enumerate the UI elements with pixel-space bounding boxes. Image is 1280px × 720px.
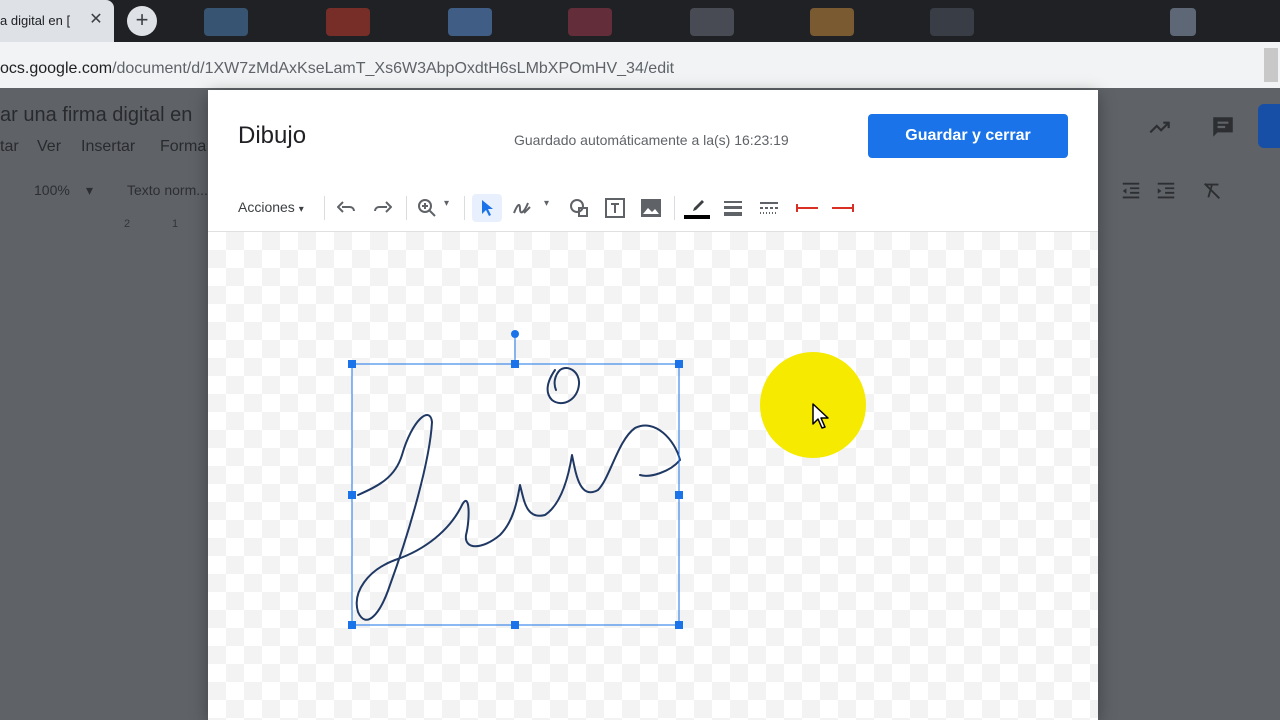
taskbar-app-icon[interactable] bbox=[204, 8, 248, 36]
url-field[interactable]: ocs.google.com/document/d/1XW7zMdAxKseLa… bbox=[0, 47, 1262, 83]
taskbar-app-icon[interactable] bbox=[568, 8, 612, 36]
toolbar-divider bbox=[464, 196, 465, 220]
ruler-number: 1 bbox=[172, 218, 179, 230]
undo-icon[interactable] bbox=[332, 194, 362, 222]
line-start-icon[interactable] bbox=[792, 194, 822, 222]
drawing-dialog: Dibujo Guardado automáticamente a la(s) … bbox=[208, 90, 1098, 720]
image-icon[interactable] bbox=[636, 194, 666, 222]
indent-decrease-icon[interactable] bbox=[1120, 180, 1146, 206]
zoom-dropdown-arrow[interactable]: ▾ bbox=[444, 198, 449, 209]
drawing-toolbar: Acciones ▾ ▾ ▾ bbox=[208, 190, 1098, 226]
ruler-number: 2 bbox=[124, 218, 131, 230]
zoom-icon[interactable] bbox=[412, 194, 442, 222]
save-and-close-button[interactable]: Guardar y cerrar bbox=[868, 114, 1068, 158]
line-weight-icon[interactable] bbox=[718, 194, 748, 222]
menu-edit[interactable]: tar bbox=[0, 138, 19, 156]
comment-icon[interactable] bbox=[1210, 114, 1236, 140]
browser-tab[interactable]: a digital en [ ✕ bbox=[0, 0, 114, 42]
menu-format[interactable]: Forma bbox=[160, 138, 206, 156]
select-icon[interactable] bbox=[472, 194, 502, 222]
trending-icon[interactable] bbox=[1147, 114, 1173, 140]
chevron-down-icon: ▾ bbox=[298, 204, 304, 215]
zoom-dropdown-arrow[interactable]: ▾ bbox=[86, 182, 93, 199]
line-tool-icon[interactable] bbox=[508, 194, 538, 222]
toolbar-divider bbox=[324, 196, 325, 220]
toolbar-divider bbox=[674, 196, 675, 220]
share-button[interactable] bbox=[1258, 104, 1280, 148]
indent-increase-icon[interactable] bbox=[1155, 180, 1181, 206]
close-icon[interactable]: ✕ bbox=[86, 9, 106, 31]
style-select[interactable]: Texto norm... bbox=[127, 182, 208, 198]
line-end-icon[interactable] bbox=[828, 194, 858, 222]
url-path: /document/d/1XW7zMdAxKseLamT_Xs6W3AbpOxd… bbox=[112, 60, 675, 77]
taskbar-app-icon[interactable] bbox=[1170, 8, 1196, 36]
redo-icon[interactable] bbox=[367, 194, 397, 222]
browser-tab-strip: a digital en [ ✕ + bbox=[0, 0, 1280, 42]
address-bar: ocs.google.com/document/d/1XW7zMdAxKseLa… bbox=[0, 42, 1280, 88]
line-color-icon[interactable] bbox=[682, 194, 712, 222]
menu-insert[interactable]: Insertar bbox=[81, 138, 135, 156]
dialog-title: Dibujo bbox=[238, 122, 307, 149]
url-host: ocs.google.com bbox=[0, 60, 113, 77]
taskbar-app-icon[interactable] bbox=[690, 8, 734, 36]
taskbar-app-icon[interactable] bbox=[448, 8, 492, 36]
clear-format-icon[interactable] bbox=[1201, 180, 1227, 206]
line-tool-dropdown-arrow[interactable]: ▾ bbox=[544, 198, 549, 209]
actions-menu[interactable]: Acciones ▾ bbox=[238, 199, 304, 215]
taskbar-app-icon[interactable] bbox=[810, 8, 854, 36]
url-text: ocs.google.com/document/d/1XW7zMdAxKseLa… bbox=[0, 60, 674, 78]
shape-icon[interactable] bbox=[564, 194, 594, 222]
drawing-canvas[interactable] bbox=[208, 232, 1098, 720]
new-tab-button[interactable]: + bbox=[127, 6, 157, 36]
line-dash-icon[interactable] bbox=[754, 194, 784, 222]
zoom-select[interactable]: 100% bbox=[34, 182, 70, 198]
autosave-status: Guardado automáticamente a la(s) 16:23:1… bbox=[514, 132, 789, 148]
scrollbar[interactable] bbox=[1264, 48, 1278, 82]
taskbar-app-icon[interactable] bbox=[326, 8, 370, 36]
document-title[interactable]: ar una firma digital en bbox=[0, 104, 192, 127]
actions-menu-label: Acciones bbox=[238, 199, 295, 215]
toolbar-divider bbox=[406, 196, 407, 220]
textbox-icon[interactable] bbox=[600, 194, 630, 222]
mouse-cursor-icon bbox=[812, 403, 829, 429]
tab-title: a digital en [ bbox=[0, 13, 71, 28]
menu-view[interactable]: Ver bbox=[37, 138, 61, 156]
taskbar-app-icon[interactable] bbox=[930, 8, 974, 36]
